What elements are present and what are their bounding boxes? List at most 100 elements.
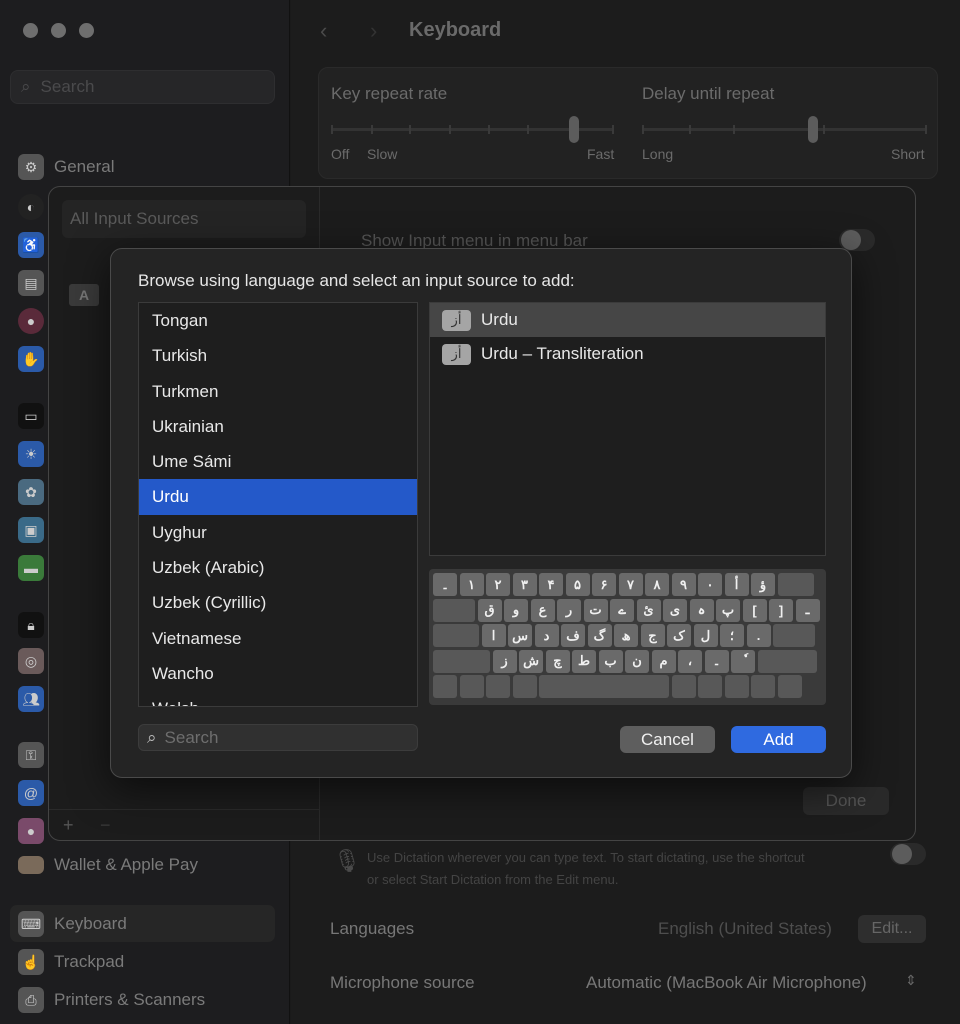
language-item[interactable]: Wancho bbox=[139, 656, 417, 691]
languages-edit-button[interactable]: Edit... bbox=[858, 915, 926, 943]
sidebar-item-printers[interactable]: ⎙ Printers & Scanners bbox=[18, 987, 205, 1013]
close-window-button[interactable] bbox=[23, 23, 38, 38]
input-source-list[interactable]: أز Urdu أز Urdu – Transliteration bbox=[429, 302, 826, 556]
keyboard-key bbox=[512, 675, 537, 698]
sidebar-item-touch-id[interactable]: ◎ bbox=[18, 648, 44, 674]
keyboard-key bbox=[486, 675, 510, 698]
sidebar-item-siri[interactable]: ● bbox=[18, 308, 44, 334]
delay-repeat-thumb[interactable] bbox=[808, 116, 818, 143]
appearance-icon: ◐ bbox=[18, 194, 44, 220]
sidebar-item-game-center[interactable]: ● bbox=[18, 818, 44, 844]
forward-button[interactable]: › bbox=[370, 18, 377, 44]
add-button[interactable]: Add bbox=[731, 726, 826, 753]
keyboard-key: ۱ bbox=[459, 573, 484, 596]
delay-repeat-label: Delay until repeat bbox=[642, 84, 775, 103]
keyboard-key: ئ bbox=[636, 598, 661, 622]
keyboard-key bbox=[459, 675, 484, 698]
keyboard-key bbox=[777, 573, 814, 596]
sidebar-item-internet-accounts[interactable]: @ bbox=[18, 780, 44, 806]
add-input-source-button[interactable]: + bbox=[63, 815, 74, 836]
keyboard-row: ۔ ۱ ۲ ۳ ۴ ۵ ۶ ۷ ۸ ۹ ۰ أ ؤ bbox=[433, 573, 822, 596]
sidebar-search-input[interactable]: ⌕ Search bbox=[10, 70, 275, 104]
sidebar-item-displays[interactable]: ☀ bbox=[18, 441, 44, 467]
language-item[interactable]: Urdu bbox=[139, 479, 417, 515]
keyboard-layout-preview: ۔ ۱ ۲ ۳ ۴ ۵ ۶ ۷ ۸ ۹ ۰ أ ؤ ق و ع ر ت ے ئ ی ہ پ[] ـ ا س د ف گ ھ ج ک ل ؛. ز ش چ… bbox=[429, 569, 826, 705]
sidebar-item-wallet[interactable]: Wallet & Apple Pay bbox=[18, 855, 198, 875]
input-source-item[interactable]: أز Urdu – Transliteration bbox=[430, 337, 825, 371]
keyboard-key bbox=[773, 624, 815, 647]
keyboard-key: پ bbox=[716, 598, 740, 622]
sidebar-item-accessibility[interactable]: ♿ bbox=[18, 232, 44, 258]
fingerprint-icon: ◎ bbox=[18, 648, 44, 674]
search-icon: ⌕ bbox=[147, 727, 157, 747]
delay-repeat-slider[interactable] bbox=[642, 116, 927, 143]
dictation-toggle[interactable] bbox=[890, 843, 926, 865]
language-item[interactable]: Turkish bbox=[139, 338, 417, 373]
dock-icon: ▭ bbox=[18, 403, 44, 429]
keyboard-key bbox=[433, 624, 479, 647]
sidebar-item-trackpad[interactable]: ☝ Trackpad bbox=[18, 949, 124, 975]
sidebar-item-passwords[interactable]: ⚿ bbox=[18, 742, 44, 768]
keyboard-key: ۔ bbox=[433, 573, 457, 596]
microphone-source-select[interactable]: Automatic (MacBook Air Microphone) bbox=[586, 973, 867, 993]
language-item[interactable]: Vietnamese bbox=[139, 621, 417, 656]
sidebar-item-all-input-sources[interactable]: All Input Sources bbox=[62, 200, 306, 238]
languages-label: Languages bbox=[330, 919, 415, 938]
sidebar-item-wallpaper[interactable]: ✿ bbox=[18, 479, 44, 505]
sidebar-item-control-center[interactable]: ▤ bbox=[18, 270, 44, 296]
keyboard-key: ع bbox=[530, 598, 555, 622]
sidebar-item-users[interactable]: 👥︎ bbox=[18, 686, 44, 712]
keyboard-key: ب bbox=[598, 649, 623, 673]
sidebar-item-privacy[interactable]: ✋ bbox=[18, 346, 44, 372]
keyboard-key: ۰ bbox=[698, 573, 722, 596]
keyboard-key: چ bbox=[545, 649, 570, 673]
language-item[interactable]: Welsh bbox=[139, 691, 417, 706]
language-item[interactable]: Tongan bbox=[139, 303, 417, 338]
sidebar-item-keyboard[interactable]: ⌨ Keyboard bbox=[18, 911, 127, 937]
done-button[interactable]: Done bbox=[803, 787, 889, 815]
language-list[interactable]: Tongan Turkish Turkmen Ukrainian Ume Sámi Urd… bbox=[138, 302, 418, 707]
keyboard-key: أ bbox=[724, 573, 749, 596]
trackpad-icon: ☝ bbox=[18, 949, 44, 975]
keyboard-key: ؤ bbox=[751, 573, 775, 596]
language-item[interactable]: Uyghur bbox=[139, 515, 417, 550]
microphone-source-label: Microphone source bbox=[330, 973, 475, 992]
language-item[interactable]: Ukrainian bbox=[139, 409, 417, 444]
keyboard-key bbox=[724, 675, 749, 698]
keyboard-key: ل bbox=[693, 624, 718, 647]
key-icon: ⚿ bbox=[18, 742, 44, 768]
gear-icon: ⚙ bbox=[18, 154, 44, 180]
keyboard-key: ا bbox=[481, 624, 506, 647]
key-repeat-thumb[interactable] bbox=[569, 116, 580, 143]
keyboard-row: ا س د ف گ ھ ج ک ل ؛. bbox=[433, 624, 822, 647]
language-item[interactable]: Turkmen bbox=[139, 374, 417, 409]
key-repeat-slider[interactable] bbox=[331, 116, 614, 143]
sidebar-item-general[interactable]: ⚙ General bbox=[18, 154, 114, 180]
remove-input-source-button[interactable]: − bbox=[100, 815, 111, 836]
back-button[interactable]: ‹ bbox=[320, 18, 327, 44]
language-item[interactable]: Uzbek (Arabic) bbox=[139, 550, 417, 585]
keyboard-key: [ bbox=[742, 598, 767, 622]
language-search-input[interactable]: ⌕ Search bbox=[138, 724, 418, 751]
sidebar-item-appearance[interactable]: ◐ bbox=[18, 194, 44, 220]
minimize-window-button[interactable] bbox=[51, 23, 66, 38]
sidebar-item-lock-screen[interactable]: 🔒︎ bbox=[18, 612, 44, 638]
keyboard-key: . bbox=[746, 624, 771, 647]
sidebar-item-desktop-dock[interactable]: ▭ bbox=[18, 403, 44, 429]
input-source-label: Urdu bbox=[481, 310, 518, 329]
languages-value: English (United States) bbox=[658, 919, 832, 938]
sidebar-item-screen-saver[interactable]: ▣ bbox=[18, 517, 44, 543]
siri-icon: ● bbox=[18, 308, 44, 334]
keyboard-key: ۔ bbox=[704, 649, 729, 673]
dialog-prompt: Browse using language and select an inpu… bbox=[138, 271, 575, 290]
keyboard-key bbox=[433, 649, 490, 673]
zoom-window-button[interactable] bbox=[79, 23, 94, 38]
cancel-button[interactable]: Cancel bbox=[620, 726, 715, 753]
urdu-script-icon: أز bbox=[442, 343, 471, 365]
input-source-item[interactable]: أز Urdu bbox=[430, 303, 825, 337]
fast-label: Fast bbox=[587, 146, 615, 162]
sidebar-item-battery[interactable]: ▬ bbox=[18, 555, 44, 581]
show-input-menu-toggle[interactable] bbox=[839, 229, 875, 251]
language-item[interactable]: Uzbek (Cyrillic) bbox=[139, 585, 417, 620]
language-item[interactable]: Ume Sámi bbox=[139, 444, 417, 479]
